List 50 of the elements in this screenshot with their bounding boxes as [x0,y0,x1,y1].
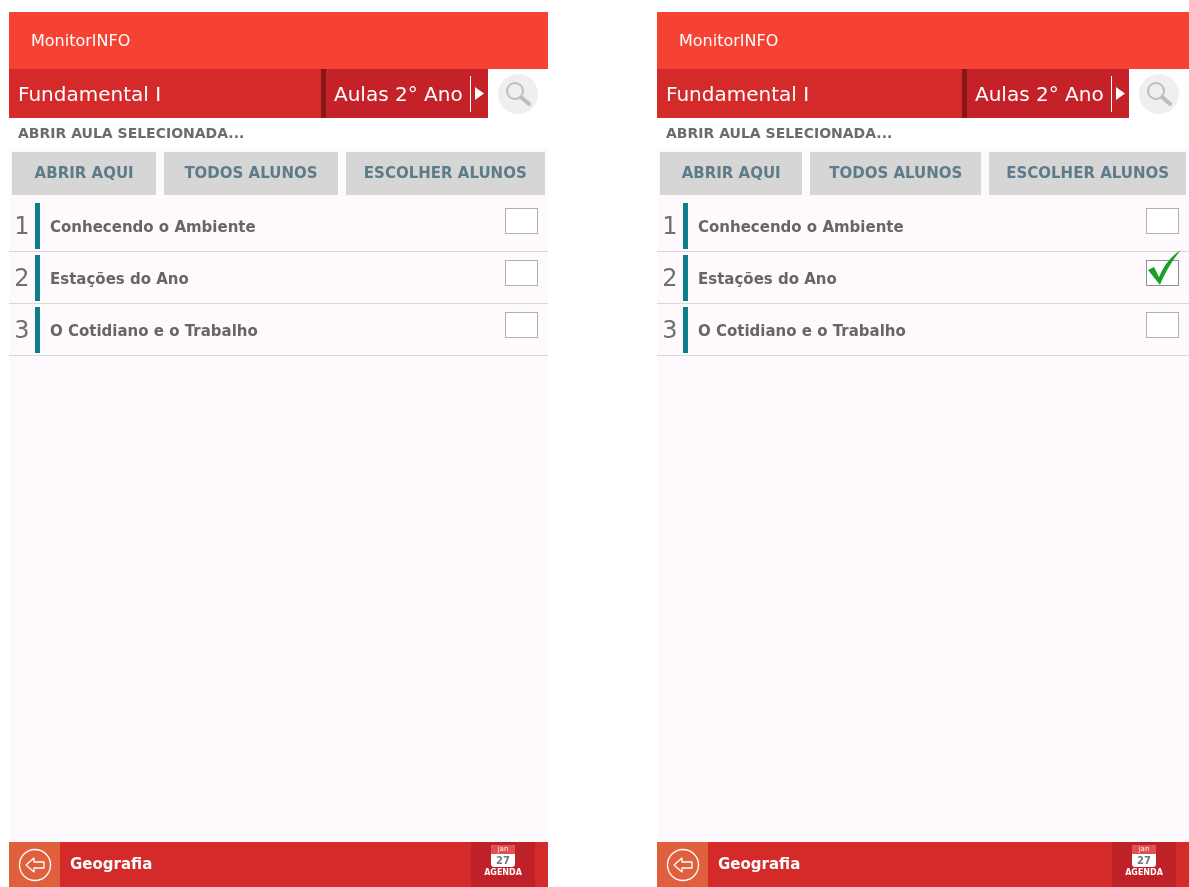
search-button[interactable] [1139,73,1179,114]
caret-icon [475,87,484,100]
calendar-day: 27 [1137,854,1151,867]
lesson-number: 2 [661,262,679,294]
lesson-title: Estações do Ano [50,269,190,291]
lesson-title: O Cotidiano e o Trabalho [50,321,259,343]
lesson-title: Conhecendo o Ambiente [50,217,257,239]
category-title: Fundamental I [18,80,162,108]
lesson-row[interactable]: 1 Conhecendo o Ambiente [657,200,1189,252]
lesson-row[interactable]: 3 O Cotidiano e o Trabalho [9,304,548,356]
lesson-row[interactable]: 2 Estações do Ano [657,252,1189,304]
action-button[interactable]: ABRIR AQUI [660,152,803,195]
action-button[interactable]: TODOS ALUNOS [164,152,338,195]
lesson-number: 1 [13,210,31,242]
action-button[interactable]: TODOS ALUNOS [810,152,982,195]
subject-title: Geografia [718,854,801,876]
lesson-checkbox[interactable] [1146,207,1179,234]
back-button[interactable] [9,842,60,887]
lesson-checkbox[interactable] [505,259,538,286]
lessons-dropdown[interactable]: Aulas 2° Ano [962,69,1129,118]
app-title: MonitorINFO [31,29,131,52]
subject-title: Geografia [70,854,153,876]
checkmark-icon [1146,247,1182,286]
lesson-number: 1 [661,210,679,242]
action-button[interactable]: ESCOLHER ALUNOS [989,152,1186,195]
lesson-checkbox[interactable] [505,207,538,234]
category-title: Fundamental I [666,80,810,108]
lesson-title: O Cotidiano e o Trabalho [698,321,907,343]
lesson-number: 2 [13,262,31,294]
lesson-title: Estações do Ano [698,269,838,291]
app-title: MonitorINFO [679,29,779,52]
lesson-number: 3 [661,314,679,346]
search-button[interactable] [498,73,538,114]
action-button[interactable]: ESCOLHER ALUNOS [345,152,545,195]
lesson-checkbox[interactable] [1146,311,1179,338]
calendar-day: 27 [496,854,510,867]
lesson-row[interactable]: 3 O Cotidiano e o Trabalho [657,304,1189,356]
caret-icon [1116,87,1125,100]
prompt-text: ABRIR AULA SELECIONADA... [18,123,245,143]
lesson-title: Conhecendo o Ambiente [698,217,905,239]
search-icon [504,79,532,108]
lesson-row[interactable]: 1 Conhecendo o Ambiente [9,200,548,252]
lesson-checkbox[interactable] [505,311,538,338]
lesson-number: 3 [13,314,31,346]
back-button[interactable] [657,842,708,887]
prompt-text: ABRIR AULA SELECIONADA... [666,123,893,143]
lesson-row[interactable]: 2 Estações do Ano [9,252,548,304]
search-icon [1145,79,1173,108]
action-button[interactable]: ABRIR AQUI [12,152,157,195]
lessons-dropdown[interactable]: Aulas 2° Ano [321,69,488,118]
